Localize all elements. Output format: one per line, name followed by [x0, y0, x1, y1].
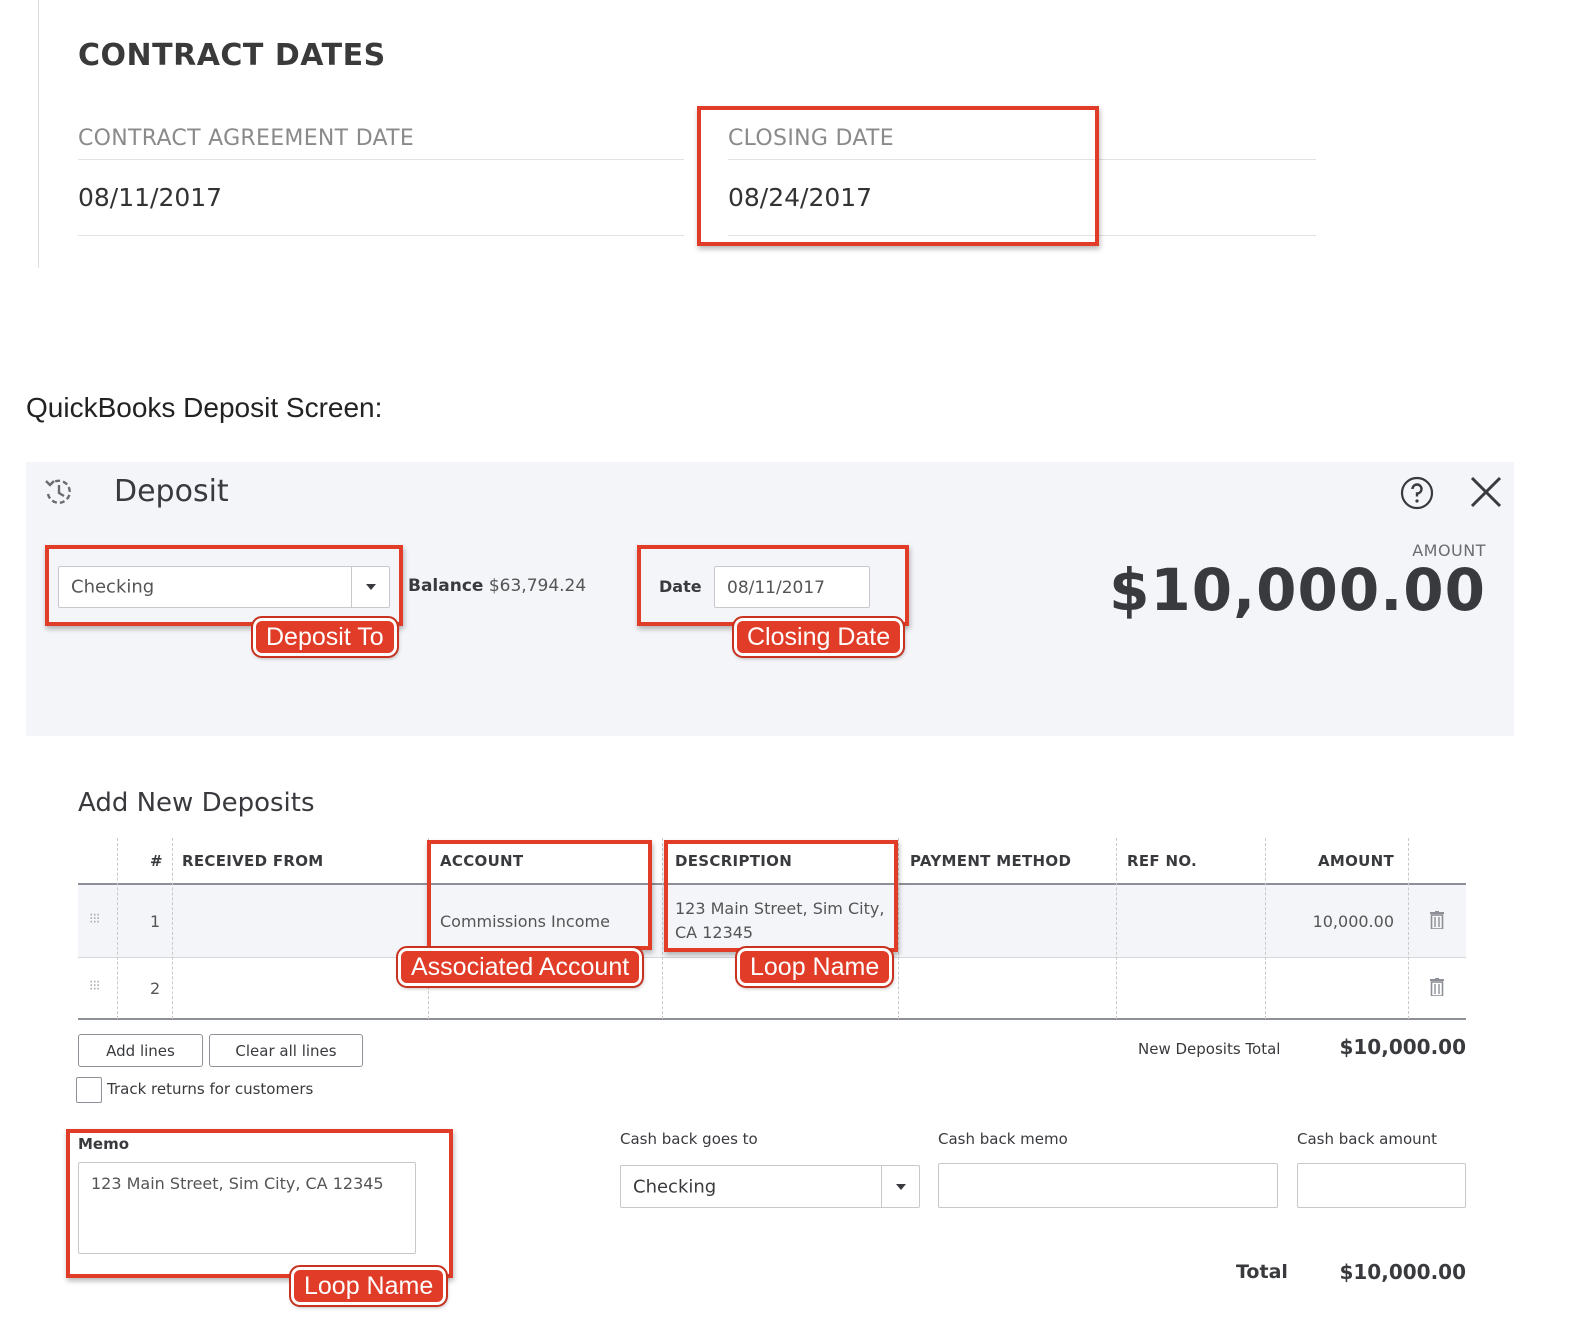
- closing-date-annotation: Closing Date: [731, 616, 906, 658]
- cash-back-goes-to-label: Cash back goes to: [620, 1130, 758, 1148]
- balance: Balance $63,794.24: [408, 576, 586, 596]
- amount-value: $10,000.00: [1109, 556, 1486, 624]
- description-highlight: [664, 840, 898, 952]
- close-icon[interactable]: [1468, 474, 1504, 510]
- cash-back-amount-label: Cash back amount: [1297, 1130, 1438, 1148]
- contract-agreement-date-value: 08/11/2017: [78, 183, 223, 212]
- history-icon[interactable]: [40, 474, 76, 510]
- drag-handle-icon[interactable]: ⁝⁝⁝: [89, 978, 100, 994]
- col-header-ref-no: REF NO.: [1127, 852, 1198, 870]
- cash-back-goes-to-value: Checking: [633, 1176, 717, 1197]
- help-icon[interactable]: [1400, 476, 1434, 510]
- row-amount[interactable]: 10,000.00: [1313, 912, 1394, 931]
- track-returns-checkbox[interactable]: [76, 1077, 102, 1103]
- contract-agreement-date-label: CONTRACT AGREEMENT DATE: [78, 126, 415, 151]
- closing-date-highlight: [697, 106, 1099, 246]
- cash-back-goes-to-select[interactable]: Checking: [620, 1165, 920, 1208]
- memo-loop-name-annotation: Loop Name: [288, 1265, 449, 1307]
- table-bottom-rule: [78, 1018, 1466, 1020]
- associated-account-annotation: Associated Account: [395, 946, 645, 988]
- col-header-num: #: [150, 852, 163, 870]
- cash-back-memo-input[interactable]: [938, 1163, 1278, 1208]
- divider: [78, 159, 684, 160]
- new-deposits-total-value: $10,000.00: [1339, 1035, 1466, 1059]
- col-header-amount: AMOUNT: [1317, 852, 1394, 870]
- cash-back-amount-input[interactable]: [1297, 1163, 1466, 1208]
- account-highlight: [427, 840, 652, 950]
- total-label: Total: [1236, 1261, 1288, 1283]
- col-header-received-from: RECEIVED FROM: [182, 852, 324, 870]
- balance-value: $63,794.24: [488, 576, 587, 596]
- add-new-deposits-title: Add New Deposits: [78, 788, 315, 818]
- deposit-to-highlight: [45, 545, 403, 626]
- dropdown-toggle[interactable]: [881, 1166, 919, 1207]
- clear-all-lines-button[interactable]: Clear all lines: [209, 1034, 363, 1067]
- trash-icon[interactable]: [1430, 978, 1444, 1000]
- deposit-to-annotation: Deposit To: [251, 616, 399, 658]
- drag-handle-icon[interactable]: ⁝⁝⁝: [89, 911, 100, 927]
- chevron-down-icon: [895, 1183, 906, 1190]
- section-divider: [38, 0, 39, 268]
- total-value: $10,000.00: [1339, 1260, 1466, 1284]
- track-returns-label: Track returns for customers: [107, 1080, 314, 1098]
- new-deposits-total-label: New Deposits Total: [1138, 1040, 1281, 1058]
- add-lines-button[interactable]: Add lines: [78, 1034, 203, 1067]
- date-highlight: [637, 545, 909, 626]
- trash-icon[interactable]: [1430, 911, 1444, 933]
- contract-dates-title: CONTRACT DATES: [78, 38, 386, 73]
- deposit-title: Deposit: [114, 474, 229, 509]
- memo-highlight: [66, 1129, 453, 1278]
- screen-caption: QuickBooks Deposit Screen:: [26, 392, 383, 423]
- col-header-payment-method: PAYMENT METHOD: [910, 852, 1072, 870]
- cash-back-memo-label: Cash back memo: [938, 1130, 1068, 1148]
- divider: [78, 235, 684, 236]
- loop-name-annotation: Loop Name: [734, 946, 895, 988]
- row-num: 1: [150, 912, 161, 931]
- balance-label: Balance: [408, 576, 484, 596]
- row-num: 2: [150, 979, 161, 998]
